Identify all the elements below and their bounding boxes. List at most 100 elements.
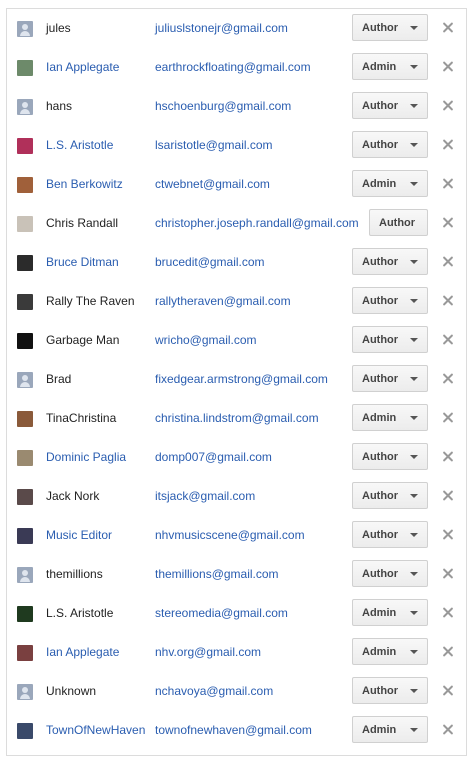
user-email[interactable]: hschoenburg@gmail.com <box>155 99 291 113</box>
user-row: Ian Applegate earthrockfloating@gmail.com… <box>7 48 466 87</box>
close-icon[interactable] <box>441 645 455 659</box>
role-dropdown-button[interactable]: Author <box>352 248 428 275</box>
chevron-down-icon <box>410 455 418 459</box>
user-name: hans <box>46 99 73 113</box>
user-email[interactable]: itsjack@gmail.com <box>155 489 255 503</box>
role-label: Author <box>362 567 399 580</box>
user-email[interactable]: nchavoya@gmail.com <box>155 684 273 698</box>
user-name[interactable]: L.S. Aristotle <box>46 138 113 152</box>
close-icon[interactable] <box>441 177 455 191</box>
role-dropdown-button[interactable]: Admin <box>352 716 428 743</box>
close-icon[interactable] <box>441 333 455 347</box>
user-row: Bruce Ditman brucedit@gmail.com Author <box>7 243 466 282</box>
user-email[interactable]: wricho@gmail.com <box>155 333 257 347</box>
user-email[interactable]: lsaristotle@gmail.com <box>155 138 273 152</box>
user-email[interactable]: ctwebnet@gmail.com <box>155 177 270 191</box>
role-dropdown-button[interactable]: Admin <box>352 638 428 665</box>
role-label: Admin <box>362 177 397 190</box>
role-dropdown-button[interactable]: Author <box>352 677 428 704</box>
user-email[interactable]: stereomedia@gmail.com <box>155 606 288 620</box>
role-label: Author <box>362 99 399 112</box>
chevron-down-icon <box>410 104 418 108</box>
user-name[interactable]: Bruce Ditman <box>46 255 119 269</box>
user-name[interactable]: Ian Applegate <box>46 60 119 74</box>
close-icon[interactable] <box>441 21 455 35</box>
avatar <box>17 138 33 154</box>
chevron-down-icon <box>410 572 418 576</box>
role-label: Author <box>362 138 399 151</box>
role-label: Admin <box>362 411 397 424</box>
role-label: Author <box>362 21 399 34</box>
user-email[interactable]: townofnewhaven@gmail.com <box>155 723 312 737</box>
user-name[interactable]: Music Editor <box>46 528 112 542</box>
user-row: Dominic Paglia domp007@gmail.com Author <box>7 438 466 477</box>
default-avatar-icon <box>17 372 33 388</box>
role-dropdown-button[interactable]: Admin <box>352 170 428 197</box>
avatar <box>17 606 33 622</box>
role-label: Author <box>362 489 399 502</box>
user-name[interactable]: TownOfNewHaven <box>46 723 145 737</box>
avatar <box>17 645 33 661</box>
close-icon[interactable] <box>441 723 455 737</box>
user-email[interactable]: earthrockfloating@gmail.com <box>155 60 311 74</box>
avatar <box>17 411 33 427</box>
close-icon[interactable] <box>441 138 455 152</box>
role-dropdown-button[interactable]: Author <box>369 209 428 236</box>
user-email[interactable]: christina.lindstrom@gmail.com <box>155 411 319 425</box>
role-dropdown-button[interactable]: Author <box>352 92 428 119</box>
user-row: Jack Nork itsjack@gmail.com Author <box>7 477 466 516</box>
role-label: Author <box>362 528 399 541</box>
user-name[interactable]: Ian Applegate <box>46 645 119 659</box>
role-dropdown-button[interactable]: Author <box>352 560 428 587</box>
role-dropdown-button[interactable]: Author <box>352 131 428 158</box>
role-dropdown-button[interactable]: Admin <box>352 404 428 431</box>
close-icon[interactable] <box>441 372 455 386</box>
user-name: Chris Randall <box>46 216 119 230</box>
user-email[interactable]: rallytheraven@gmail.com <box>155 294 291 308</box>
user-name[interactable]: Dominic Paglia <box>46 450 126 464</box>
chevron-down-icon <box>410 338 418 342</box>
close-icon[interactable] <box>441 489 455 503</box>
close-icon[interactable] <box>441 411 455 425</box>
role-dropdown-button[interactable]: Author <box>352 14 428 41</box>
role-dropdown-button[interactable]: Author <box>352 287 428 314</box>
user-email[interactable]: christopher.joseph.randall@gmail.com <box>155 216 359 230</box>
user-row: Ian Applegate nhv.org@gmail.com Admin <box>7 633 466 672</box>
user-name: Jack Nork <box>46 489 100 503</box>
role-dropdown-button[interactable]: Author <box>352 365 428 392</box>
close-icon[interactable] <box>441 567 455 581</box>
user-email[interactable]: brucedit@gmail.com <box>155 255 265 269</box>
close-icon[interactable] <box>441 216 455 230</box>
avatar <box>17 216 33 232</box>
role-dropdown-button[interactable]: Author <box>352 326 428 353</box>
user-email[interactable]: fixedgear.armstrong@gmail.com <box>155 372 328 386</box>
close-icon[interactable] <box>441 528 455 542</box>
close-icon[interactable] <box>441 294 455 308</box>
close-icon[interactable] <box>441 450 455 464</box>
close-icon[interactable] <box>441 60 455 74</box>
role-dropdown-button[interactable]: Admin <box>352 599 428 626</box>
close-icon[interactable] <box>441 606 455 620</box>
user-email[interactable]: domp007@gmail.com <box>155 450 272 464</box>
role-dropdown-button[interactable]: Admin <box>352 53 428 80</box>
user-email[interactable]: themillions@gmail.com <box>155 567 279 581</box>
avatar <box>17 489 33 505</box>
role-dropdown-button[interactable]: Author <box>352 443 428 470</box>
role-label: Author <box>379 216 416 229</box>
user-email[interactable]: nhv.org@gmail.com <box>155 645 261 659</box>
chevron-down-icon <box>410 260 418 264</box>
close-icon[interactable] <box>441 684 455 698</box>
user-email[interactable]: juliuslstonejr@gmail.com <box>155 21 288 35</box>
role-label: Admin <box>362 645 397 658</box>
role-dropdown-button[interactable]: Author <box>352 482 428 509</box>
user-name: TinaChristina <box>46 411 117 425</box>
role-label: Author <box>362 450 399 463</box>
default-avatar-icon <box>17 567 33 583</box>
chevron-down-icon <box>410 26 418 30</box>
close-icon[interactable] <box>441 255 455 269</box>
user-email[interactable]: nhvmusicscene@gmail.com <box>155 528 305 542</box>
user-name[interactable]: Ben Berkowitz <box>46 177 123 191</box>
role-dropdown-button[interactable]: Author <box>352 521 428 548</box>
close-icon[interactable] <box>441 99 455 113</box>
user-name: L.S. Aristotle <box>46 606 114 620</box>
